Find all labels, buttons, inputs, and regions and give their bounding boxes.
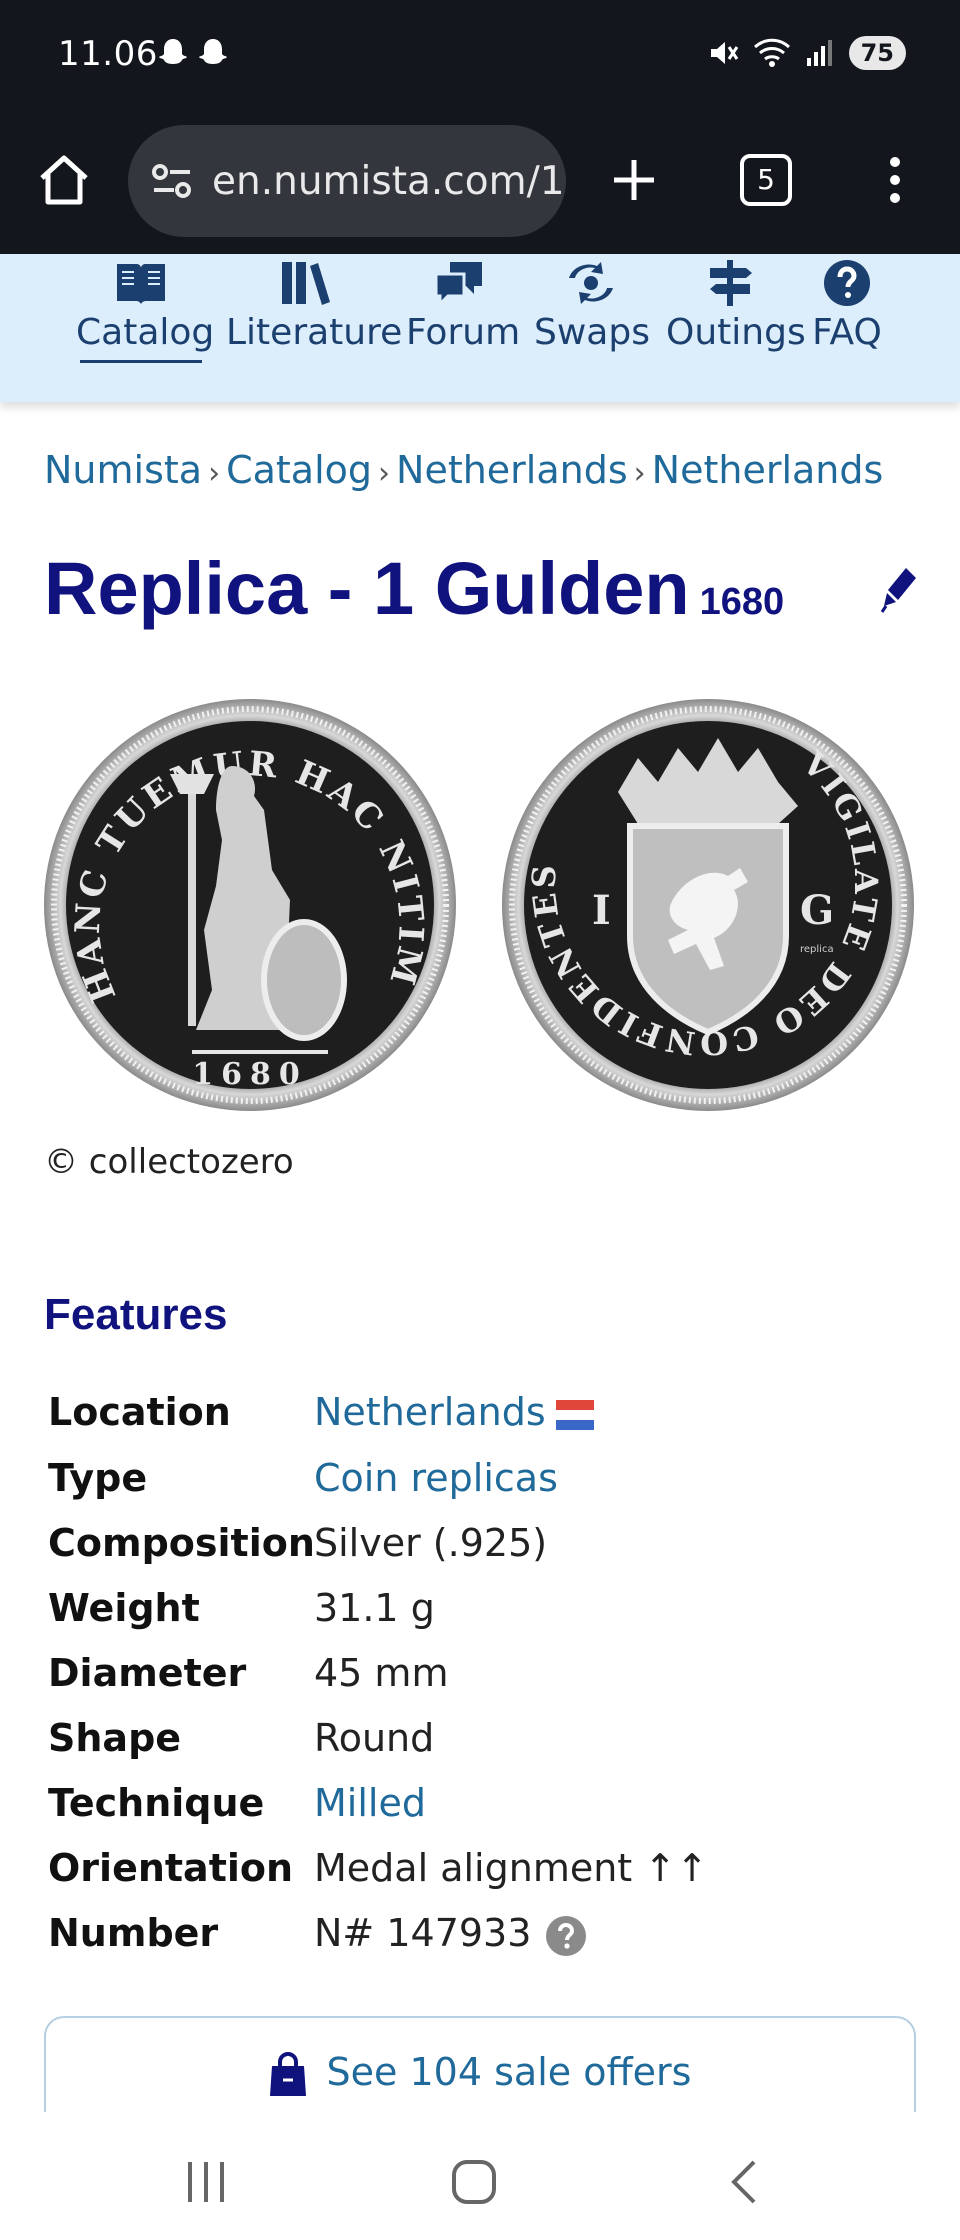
- feature-label: Diameter: [48, 1651, 247, 1695]
- signpost-icon: [710, 260, 752, 306]
- location-link[interactable]: Netherlands: [314, 1390, 546, 1434]
- breadcrumb-link[interactable]: Netherlands: [396, 448, 628, 492]
- feature-value: 45 mm: [314, 1651, 449, 1695]
- mute-icon: [710, 42, 738, 64]
- feature-value: Silver (.925): [314, 1521, 548, 1565]
- feature-label: Number: [48, 1911, 219, 1955]
- nav-label: Forum: [406, 312, 521, 353]
- feature-label: Location: [48, 1390, 231, 1434]
- sale-offers-label: See 104 sale offers: [326, 2050, 692, 2094]
- coin-denomination-left: I: [592, 887, 611, 934]
- feature-row-technique: Technique Milled: [48, 1781, 928, 1841]
- url-text[interactable]: en.numista.com/1: [212, 159, 565, 204]
- battery-indicator: 75: [848, 36, 906, 70]
- tab-switcher-button[interactable]: 5: [740, 154, 792, 206]
- nav-item-outings[interactable]: Outings: [666, 254, 806, 402]
- coin-replica-mark: replica: [800, 944, 834, 955]
- netherlands-flag-icon: [555, 1399, 594, 1430]
- chat-bubbles-icon: [434, 262, 482, 308]
- site-navigation: Catalog Literature Forum Swaps Outings F…: [0, 254, 960, 402]
- back-nav-icon[interactable]: [728, 2158, 760, 2206]
- nav-label: Catalog: [76, 312, 215, 353]
- feature-row-number: Number N# 147933: [48, 1911, 928, 1971]
- page-title-main: Replica - 1 Gulden: [44, 547, 690, 630]
- notification-icons: [156, 36, 230, 70]
- book-open-icon: [117, 264, 165, 304]
- more-menu-icon[interactable]: [880, 152, 910, 208]
- feature-row-shape: Shape Round: [48, 1716, 928, 1776]
- status-right: 75: [707, 36, 906, 70]
- image-copyright: © collectozero: [44, 1142, 294, 1182]
- system-navigation-bar: [0, 2112, 960, 2240]
- nav-label: Outings: [666, 312, 806, 353]
- feature-value: Netherlands: [314, 1390, 594, 1434]
- feature-row-weight: Weight 31.1 g: [48, 1586, 928, 1646]
- coin-reverse-image[interactable]: VIGILATE DEO CONFIDENTES I G replica: [500, 696, 916, 1114]
- nav-item-catalog[interactable]: Catalog: [76, 254, 215, 402]
- coin-date: 1680: [192, 1057, 308, 1092]
- edit-pen-icon[interactable]: [880, 566, 920, 614]
- site-settings-icon[interactable]: [150, 163, 194, 199]
- wifi-icon: [753, 38, 790, 67]
- breadcrumb-link[interactable]: Catalog: [226, 448, 372, 492]
- feature-row-diameter: Diameter 45 mm: [48, 1651, 928, 1711]
- feature-label: Composition: [48, 1521, 315, 1565]
- feature-value: Round: [314, 1716, 435, 1760]
- catalog-number: N# 147933: [314, 1911, 532, 1955]
- address-bar[interactable]: en.numista.com/1: [128, 125, 566, 237]
- shopping-bag-icon: [269, 2051, 306, 2096]
- feature-row-composition: Composition Silver (.925): [48, 1521, 928, 1581]
- signal-icon: [806, 40, 832, 66]
- feature-label: Type: [48, 1456, 148, 1500]
- recent-apps-icon[interactable]: [184, 2160, 228, 2204]
- breadcrumb-link[interactable]: Netherlands: [652, 448, 884, 492]
- feature-value: 31.1 g: [314, 1586, 435, 1630]
- page-title: Replica - 1 Gulden 1680: [44, 546, 784, 631]
- nav-item-forum[interactable]: Forum: [406, 254, 521, 402]
- feature-label: Shape: [48, 1716, 182, 1760]
- coin-obverse-image[interactable]: HANC TUEMUR HAC NITIMUR 1680: [42, 696, 458, 1114]
- feature-label: Technique: [48, 1781, 265, 1825]
- features-heading: Features: [44, 1290, 228, 1339]
- status-time: 11.06: [58, 34, 158, 74]
- question-circle-icon: [824, 260, 870, 306]
- technique-link[interactable]: Milled: [314, 1781, 426, 1825]
- nav-label: Swaps: [534, 312, 650, 353]
- sale-offers-content: See 104 sale offers: [46, 2050, 914, 2098]
- home-nav-icon[interactable]: [450, 2158, 498, 2206]
- nav-label: FAQ: [812, 312, 882, 353]
- help-icon[interactable]: [545, 1915, 587, 1957]
- nav-item-swaps[interactable]: Swaps: [534, 254, 650, 402]
- status-bar: 11.06 75: [0, 0, 960, 108]
- home-icon[interactable]: [36, 152, 92, 208]
- feature-value: N# 147933: [314, 1911, 587, 1957]
- nav-item-literature[interactable]: Literature: [226, 254, 403, 402]
- feature-row-orientation: Orientation Medal alignment ↑↑: [48, 1846, 928, 1906]
- breadcrumb-separator: ›: [378, 456, 391, 491]
- swap-arrows-icon: [569, 262, 613, 304]
- coin-denomination-right: G: [800, 887, 834, 934]
- type-link[interactable]: Coin replicas: [314, 1456, 558, 1500]
- books-icon: [282, 262, 330, 305]
- breadcrumb-separator: ›: [208, 456, 221, 491]
- breadcrumb: Numista › Catalog › Netherlands › Netherlands: [44, 448, 883, 492]
- feature-row-location: Location Netherlands: [48, 1390, 928, 1450]
- new-tab-icon[interactable]: [606, 152, 662, 208]
- feature-row-type: Type Coin replicas: [48, 1456, 928, 1516]
- breadcrumb-separator: ›: [633, 456, 646, 491]
- nav-item-faq[interactable]: FAQ: [812, 254, 882, 402]
- browser-toolbar: en.numista.com/1 5: [0, 108, 960, 254]
- ghost-notification-icon: [159, 39, 187, 64]
- nav-label: Literature: [226, 312, 403, 353]
- ghost-notification-icon: [199, 39, 227, 64]
- breadcrumb-link[interactable]: Numista: [44, 448, 202, 492]
- active-tab-underline: [80, 360, 202, 363]
- page-title-year: 1680: [699, 581, 785, 623]
- feature-value: Medal alignment ↑↑: [314, 1846, 708, 1890]
- feature-label: Weight: [48, 1586, 200, 1630]
- feature-label: Orientation: [48, 1846, 294, 1890]
